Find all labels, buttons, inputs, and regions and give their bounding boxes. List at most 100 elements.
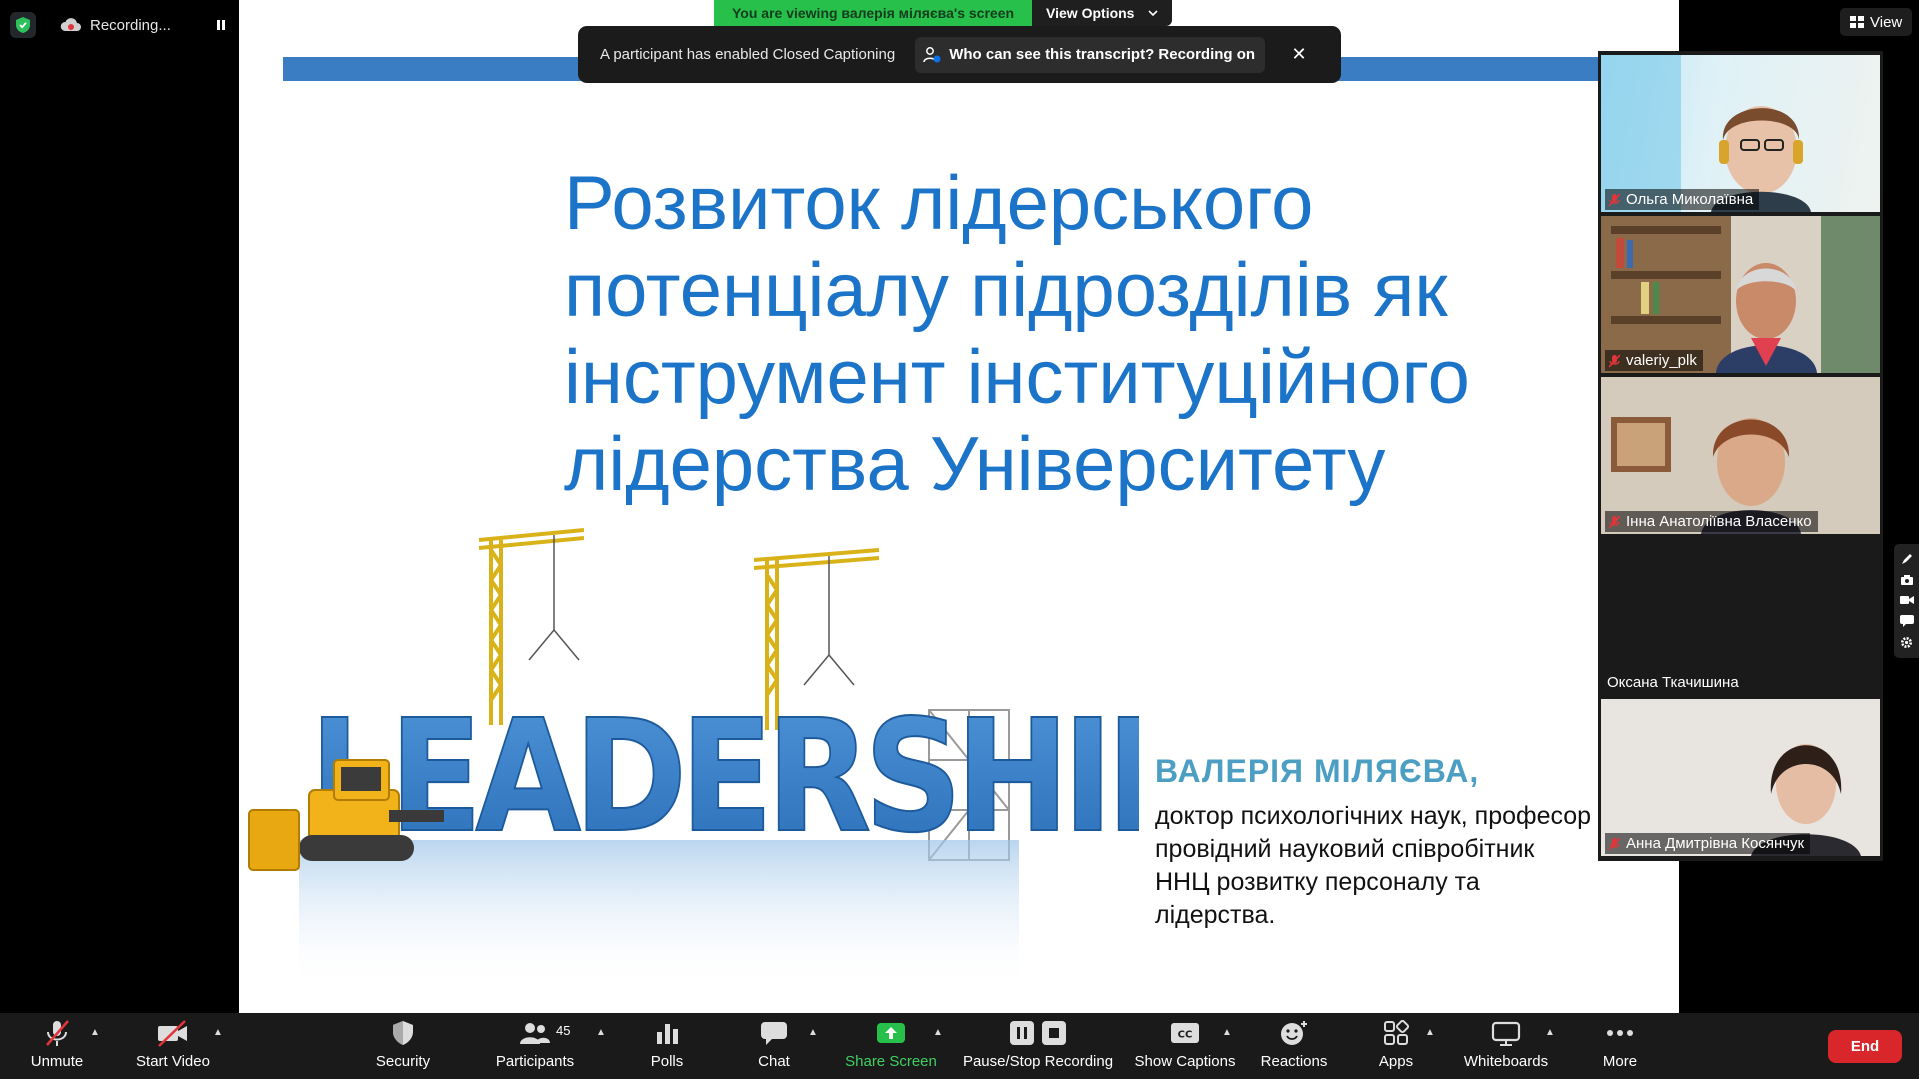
start-video-button[interactable]: Start Video	[130, 1013, 216, 1079]
mic-muted-icon	[1609, 514, 1620, 529]
participant-name: Анна Дмитрівна Косянчук	[1626, 835, 1805, 852]
pause-stop-recording-button[interactable]: Pause/Stop Recording	[963, 1013, 1113, 1079]
slide-desc-line: ННЦ розвитку персоналу та	[1155, 868, 1480, 896]
close-icon[interactable]: ✕	[1287, 44, 1311, 65]
video-tile[interactable]: Ольга Миколаївна	[1601, 55, 1880, 212]
unmute-button[interactable]: Unmute	[22, 1013, 92, 1079]
chevron-down-icon	[1148, 10, 1159, 17]
participant-name: Інна Анатоліївна Власенко	[1626, 513, 1812, 530]
view-options-label: View Options	[1046, 5, 1135, 21]
whiteboards-button[interactable]: Whiteboards	[1460, 1013, 1552, 1079]
share-screen-button[interactable]: Share Screen	[845, 1013, 937, 1079]
video-tile[interactable]: Оксана Ткачишина	[1601, 538, 1880, 695]
chevron-up-icon[interactable]: ▲	[1222, 1027, 1232, 1038]
shield-icon	[393, 1021, 413, 1045]
chat-icon	[761, 1022, 787, 1045]
viewing-screen-text: You are viewing валерія міляєва's screen	[714, 0, 1033, 26]
participant-gallery: Ольга Миколаївна valeriy_plk Інна Анатол…	[1598, 51, 1883, 861]
slide-desc-line: доктор психологічних наук, професор	[1155, 802, 1592, 830]
chat-button[interactable]: Chat	[754, 1013, 794, 1079]
chevron-up-icon[interactable]: ▲	[933, 1027, 943, 1038]
mic-muted-icon	[1609, 836, 1620, 851]
encryption-shield-icon[interactable]	[10, 12, 36, 38]
svg-text:CC: CC	[1178, 1030, 1193, 1041]
closed-captioning-notification: A participant has enabled Closed Caption…	[578, 26, 1341, 83]
video-camera-icon[interactable]	[1899, 595, 1914, 605]
apps-icon	[1384, 1020, 1409, 1045]
view-layout-button[interactable]: View	[1840, 8, 1913, 36]
video-tile[interactable]: Анна Дмитрівна Косянчук	[1601, 699, 1880, 856]
participants-count: 45	[556, 1023, 571, 1038]
end-meeting-button[interactable]: End	[1828, 1030, 1902, 1063]
transcript-visibility-button[interactable]: Who can see this transcript? Recording o…	[915, 36, 1266, 73]
side-tools-panel	[1894, 544, 1919, 658]
participants-icon	[520, 1023, 550, 1044]
mic-muted-icon	[46, 1020, 69, 1046]
view-label: View	[1870, 13, 1903, 31]
slide-desc-line: провідний науковий співробітник	[1155, 835, 1535, 863]
reactions-button[interactable]: Reactions	[1259, 1013, 1329, 1079]
chevron-up-icon[interactable]: ▲	[1545, 1027, 1555, 1038]
polls-button[interactable]: Polls	[645, 1013, 689, 1079]
apps-label: Apps	[1378, 1053, 1414, 1070]
chat-label: Chat	[758, 1053, 790, 1070]
participants-label: Participants	[495, 1053, 575, 1070]
participant-name-tag: Оксана Ткачишина	[1605, 672, 1745, 693]
more-dots-icon	[1607, 1030, 1633, 1036]
recording-indicator[interactable]: Recording...	[60, 13, 171, 37]
cloud-recording-icon	[60, 18, 81, 31]
chevron-up-icon[interactable]: ▲	[1425, 1027, 1435, 1038]
slide-author-description: доктор психологічних наук, професор пров…	[1155, 800, 1635, 932]
slide-title-line: потенціалу підрозділів як	[564, 248, 1448, 333]
security-label: Security	[375, 1053, 431, 1070]
share-screen-icon	[877, 1023, 905, 1043]
security-button[interactable]: Security	[370, 1013, 436, 1079]
slide-author: ВАЛЕРІЯ МІЛЯЄВА,	[1155, 753, 1480, 789]
apps-button[interactable]: Apps	[1376, 1013, 1416, 1079]
whiteboard-icon	[1491, 1021, 1521, 1046]
polls-label: Polls	[650, 1053, 684, 1070]
video-tile[interactable]: valeriy_plk	[1601, 216, 1880, 373]
pause-stop-recording-label: Pause/Stop Recording	[962, 1053, 1114, 1070]
participant-name: Ольга Миколаївна	[1626, 191, 1754, 208]
meeting-toolbar: Unmute ▲ Start Video ▲ Security Particip…	[0, 1013, 1919, 1079]
participant-name: valeriy_plk	[1626, 352, 1697, 369]
show-captions-label: Show Captions	[1134, 1053, 1236, 1070]
video-off-icon	[158, 1020, 187, 1047]
mic-muted-icon	[1609, 353, 1620, 368]
recording-label: Recording...	[90, 16, 171, 34]
chevron-up-icon[interactable]: ▲	[213, 1027, 223, 1038]
slide-title-line: інструмент інституційного	[564, 335, 1470, 420]
slide-title-line: Розвиток лідерського	[564, 161, 1314, 246]
chevron-up-icon[interactable]: ▲	[596, 1027, 606, 1038]
person-info-icon	[923, 46, 941, 62]
leadership-construction-illustration: LEADERSHIP	[248, 528, 1139, 990]
stop-icon	[1042, 1021, 1066, 1045]
reactions-label: Reactions	[1260, 1053, 1328, 1070]
participant-name-tag: Ольга Миколаївна	[1605, 189, 1760, 210]
transcript-label: Who can see this transcript? Recording o…	[949, 46, 1256, 63]
participant-name-tag: Інна Анатоліївна Власенко	[1605, 511, 1818, 532]
shared-screen-slide: Розвиток лідерського потенціалу підрозді…	[239, 0, 1679, 1013]
chat-bubble-icon[interactable]	[1899, 614, 1914, 627]
whiteboards-label: Whiteboards	[1463, 1053, 1549, 1070]
chevron-up-icon[interactable]: ▲	[808, 1027, 818, 1038]
polls-icon	[657, 1024, 678, 1044]
gear-icon[interactable]	[1900, 636, 1913, 649]
pause-icon	[1010, 1021, 1034, 1045]
camera-icon[interactable]	[1900, 574, 1914, 586]
view-options-button[interactable]: View Options	[1032, 0, 1173, 26]
more-button[interactable]: More	[1598, 1013, 1642, 1079]
captioning-message: A participant has enabled Closed Caption…	[600, 46, 896, 63]
annotate-icon[interactable]	[1901, 553, 1913, 565]
pause-icon	[217, 20, 225, 30]
closed-caption-icon: CC	[1171, 1023, 1199, 1043]
chevron-up-icon[interactable]: ▲	[90, 1027, 100, 1038]
mic-muted-icon	[1609, 192, 1620, 207]
participant-name-tag: Анна Дмитрівна Косянчук	[1605, 833, 1811, 854]
unmute-label: Unmute	[30, 1053, 84, 1070]
pause-recording-button[interactable]	[206, 10, 236, 40]
grid-view-icon	[1850, 16, 1864, 28]
show-captions-button[interactable]: CC Show Captions	[1133, 1013, 1237, 1079]
video-tile[interactable]: Інна Анатоліївна Власенко	[1601, 377, 1880, 534]
